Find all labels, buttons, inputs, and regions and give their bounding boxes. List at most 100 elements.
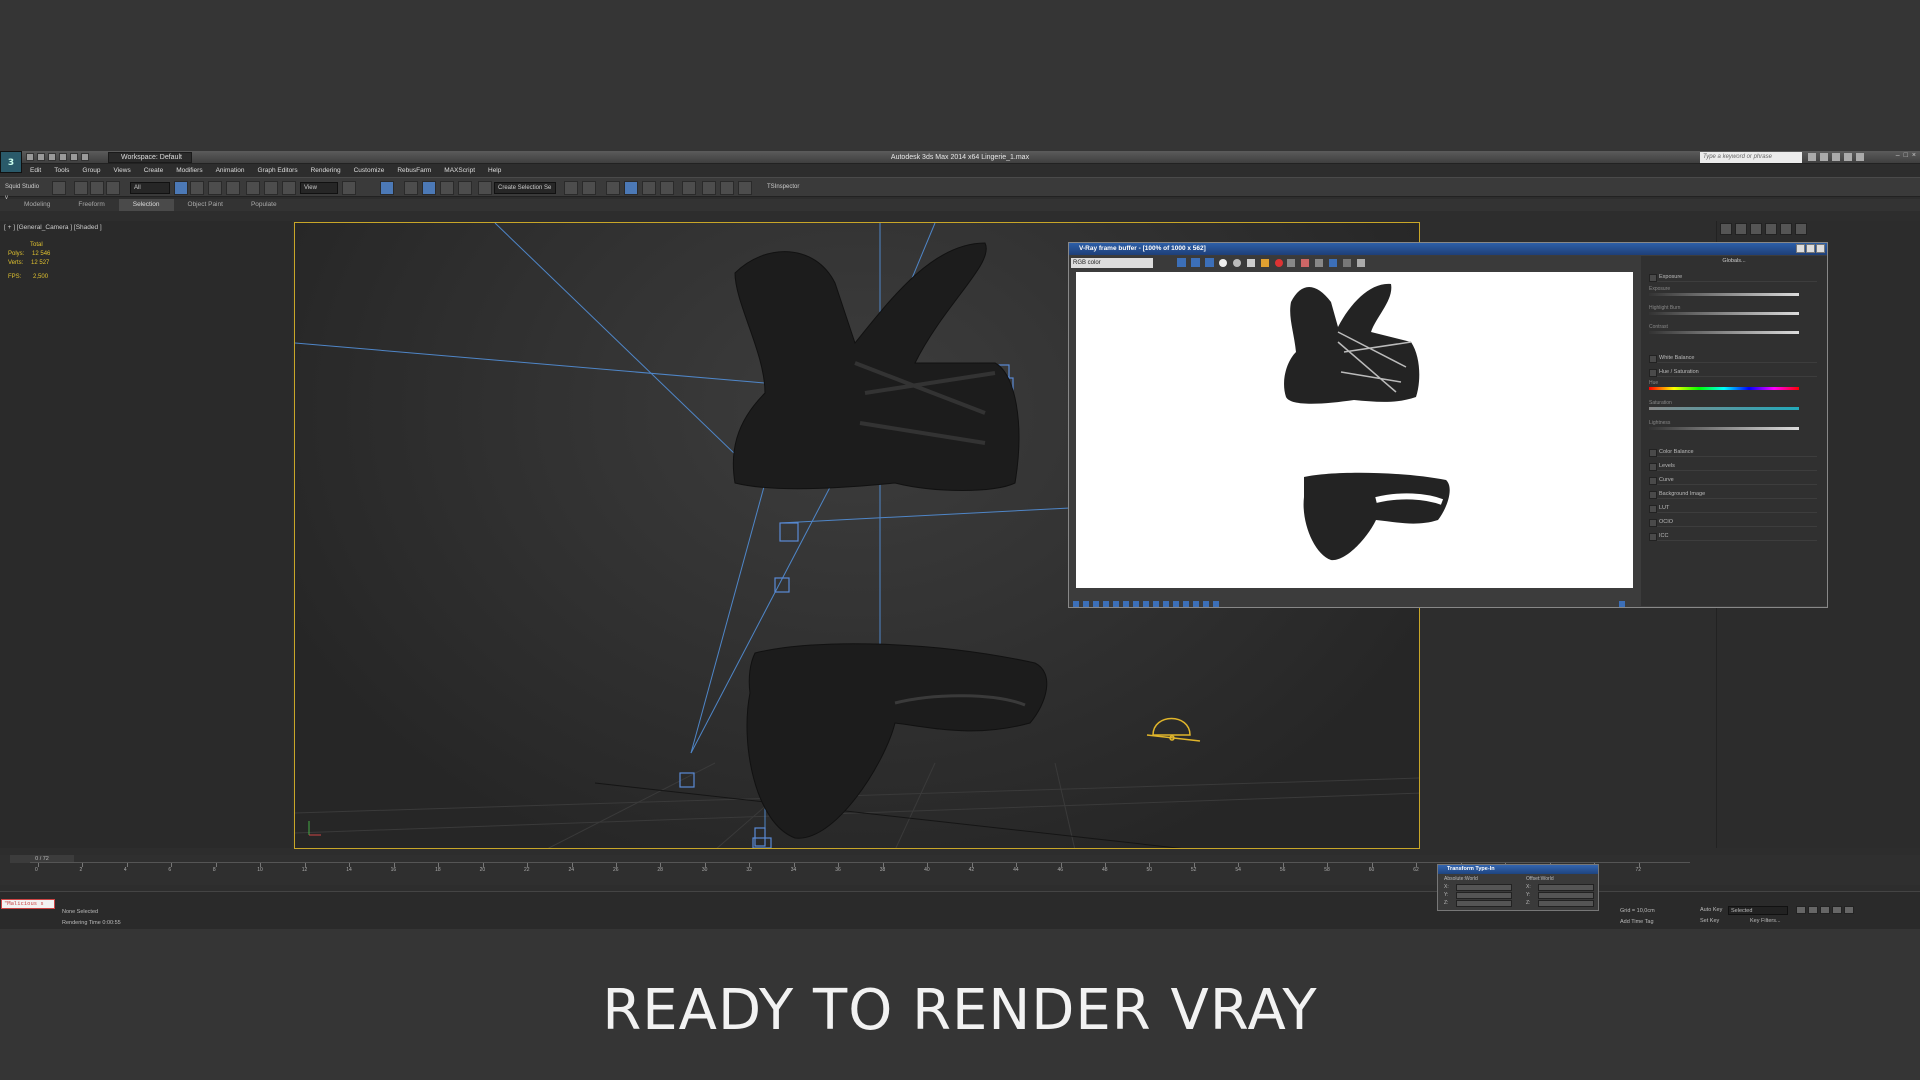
layer-ocio[interactable]: OCIO bbox=[1649, 517, 1817, 527]
menu-rebusfarm[interactable]: RebusFarm bbox=[391, 165, 438, 176]
off-y-input[interactable] bbox=[1538, 892, 1594, 899]
menu-maxscript[interactable]: MAXScript bbox=[438, 165, 482, 176]
menu-animation[interactable]: Animation bbox=[210, 165, 252, 176]
material-editor-icon[interactable] bbox=[682, 181, 696, 195]
off-x-input[interactable] bbox=[1538, 884, 1594, 891]
goto-end-icon[interactable] bbox=[1844, 906, 1854, 914]
vfb-bottom-toolbar[interactable] bbox=[1069, 600, 1629, 610]
camera-gizmo[interactable] bbox=[1146, 717, 1201, 742]
mirror-icon[interactable] bbox=[564, 181, 578, 195]
viewport-label[interactable]: [ + ] [General_Camera ] [Shaded ] bbox=[4, 224, 102, 231]
vfb-channel-dropdown[interactable]: RGB color bbox=[1071, 258, 1153, 268]
ribbon-tab-populate[interactable]: Populate bbox=[237, 199, 291, 211]
menu-views[interactable]: Views bbox=[107, 165, 137, 176]
auto-key-button[interactable]: Auto Key bbox=[1700, 907, 1722, 913]
curve-editor-icon[interactable] bbox=[642, 181, 656, 195]
abs-z-input[interactable] bbox=[1456, 900, 1512, 907]
next-frame-icon[interactable] bbox=[1832, 906, 1842, 914]
set-key-button[interactable]: Set Key bbox=[1700, 918, 1719, 924]
prev-frame-icon[interactable] bbox=[1808, 906, 1818, 914]
schematic-view-icon[interactable] bbox=[660, 181, 674, 195]
pivot-center-icon[interactable] bbox=[342, 181, 356, 195]
communication-icon[interactable] bbox=[1832, 153, 1840, 161]
app-logo-button[interactable]: 3 bbox=[0, 151, 22, 173]
move-icon[interactable] bbox=[246, 181, 260, 195]
vfb-render-canvas[interactable] bbox=[1076, 272, 1633, 588]
abs-y-input[interactable] bbox=[1456, 892, 1512, 899]
transform-type-in-dialog[interactable]: Transform Type-In Absolute:World Offset:… bbox=[1437, 864, 1599, 911]
snaps-toggle-icon[interactable] bbox=[404, 181, 418, 195]
select-object-icon[interactable] bbox=[174, 181, 188, 195]
exposure-layer[interactable]: Exposure bbox=[1649, 272, 1817, 282]
utilities-tab-icon[interactable] bbox=[1795, 223, 1807, 235]
scale-icon[interactable] bbox=[282, 181, 296, 195]
saturation-slider[interactable] bbox=[1649, 407, 1799, 410]
graphite-toggle-icon[interactable] bbox=[624, 181, 638, 195]
maximize-icon[interactable]: □ bbox=[1904, 152, 1908, 159]
bind-space-warp-icon[interactable] bbox=[106, 181, 120, 195]
white-balance-layer[interactable]: White Balance bbox=[1649, 353, 1817, 363]
align-icon[interactable] bbox=[582, 181, 596, 195]
maxscript-listener-mini[interactable]: "Malicious s bbox=[1, 899, 55, 909]
layer-icc[interactable]: ICC bbox=[1649, 531, 1817, 541]
vfb-maximize-icon[interactable] bbox=[1806, 244, 1815, 253]
percent-snap-icon[interactable] bbox=[440, 181, 454, 195]
ribbon-tab-modeling[interactable]: Modeling bbox=[10, 199, 64, 211]
menu-edit[interactable]: Edit bbox=[24, 165, 48, 176]
transform-dialog-title[interactable]: Transform Type-In bbox=[1438, 865, 1598, 874]
rotate-icon[interactable] bbox=[264, 181, 278, 195]
create-tab-icon[interactable] bbox=[1720, 223, 1732, 235]
minimize-icon[interactable]: – bbox=[1896, 152, 1900, 159]
hue-saturation-layer[interactable]: Hue / Saturation bbox=[1649, 367, 1817, 377]
key-mode-dropdown[interactable]: Selected bbox=[1728, 906, 1788, 915]
hue-slider[interactable] bbox=[1649, 387, 1799, 390]
menu-group[interactable]: Group bbox=[76, 165, 107, 176]
keyword-search-input[interactable]: Type a keyword or phrase bbox=[1700, 152, 1802, 163]
vfb-close-icon[interactable] bbox=[1816, 244, 1825, 253]
render-production-icon[interactable] bbox=[738, 181, 752, 195]
vfb-title[interactable]: V-Ray frame buffer - [100% of 1000 x 562… bbox=[1069, 243, 1827, 255]
abs-x-input[interactable] bbox=[1456, 884, 1512, 891]
menu-rendering[interactable]: Rendering bbox=[305, 165, 348, 176]
globals-header[interactable]: Globals... bbox=[1641, 258, 1827, 264]
add-time-tag[interactable]: Add Time Tag bbox=[1620, 919, 1654, 925]
key-filters-button[interactable]: Key Filters... bbox=[1750, 918, 1781, 924]
layer-lut[interactable]: LUT bbox=[1649, 503, 1817, 513]
close-icon[interactable]: × bbox=[1912, 152, 1916, 159]
vray-frame-buffer-window[interactable]: V-Ray frame buffer - [100% of 1000 x 562… bbox=[1068, 242, 1828, 608]
vfb-toolbar-icons[interactable] bbox=[1157, 256, 1397, 270]
motion-tab-icon[interactable] bbox=[1765, 223, 1777, 235]
window-crossing-icon[interactable] bbox=[226, 181, 240, 195]
favorites-icon[interactable] bbox=[1844, 153, 1852, 161]
render-setup-icon[interactable] bbox=[702, 181, 716, 195]
layer-background-image[interactable]: Background Image bbox=[1649, 489, 1817, 499]
play-icon[interactable] bbox=[1820, 906, 1830, 914]
undo-tool-icon[interactable] bbox=[52, 181, 66, 195]
menu-modifiers[interactable]: Modifiers bbox=[170, 165, 209, 176]
off-z-input[interactable] bbox=[1538, 900, 1594, 907]
hierarchy-tab-icon[interactable] bbox=[1750, 223, 1762, 235]
menu-graph-editors[interactable]: Graph Editors bbox=[252, 165, 305, 176]
layer-levels[interactable]: Levels bbox=[1649, 461, 1817, 471]
rendered-frame-window-icon[interactable] bbox=[720, 181, 734, 195]
help-icon[interactable] bbox=[1856, 153, 1864, 161]
named-selection-dropdown[interactable]: Create Selection Se bbox=[494, 182, 556, 194]
edit-named-sets-icon[interactable] bbox=[478, 181, 492, 195]
modify-tab-icon[interactable] bbox=[1735, 223, 1747, 235]
search-icon[interactable] bbox=[1808, 153, 1816, 161]
subscription-icon[interactable] bbox=[1820, 153, 1828, 161]
layer-manager-icon[interactable] bbox=[606, 181, 620, 195]
rect-selection-icon[interactable] bbox=[208, 181, 222, 195]
tsinspector-button[interactable]: TSInspector bbox=[764, 182, 814, 194]
ribbon-tab-freeform[interactable]: Freeform bbox=[64, 199, 118, 211]
reference-coord-dropdown[interactable]: View bbox=[300, 182, 338, 194]
menu-help[interactable]: Help bbox=[482, 165, 508, 176]
lightness-slider[interactable] bbox=[1649, 427, 1799, 430]
display-tab-icon[interactable] bbox=[1780, 223, 1792, 235]
goto-start-icon[interactable] bbox=[1796, 906, 1806, 914]
selection-filter-dropdown[interactable]: All bbox=[130, 182, 170, 194]
bra-mesh[interactable] bbox=[732, 242, 1020, 491]
select-manipulate-icon[interactable] bbox=[380, 181, 394, 195]
exposure-slider[interactable] bbox=[1649, 293, 1799, 296]
contrast-slider[interactable] bbox=[1649, 331, 1799, 334]
